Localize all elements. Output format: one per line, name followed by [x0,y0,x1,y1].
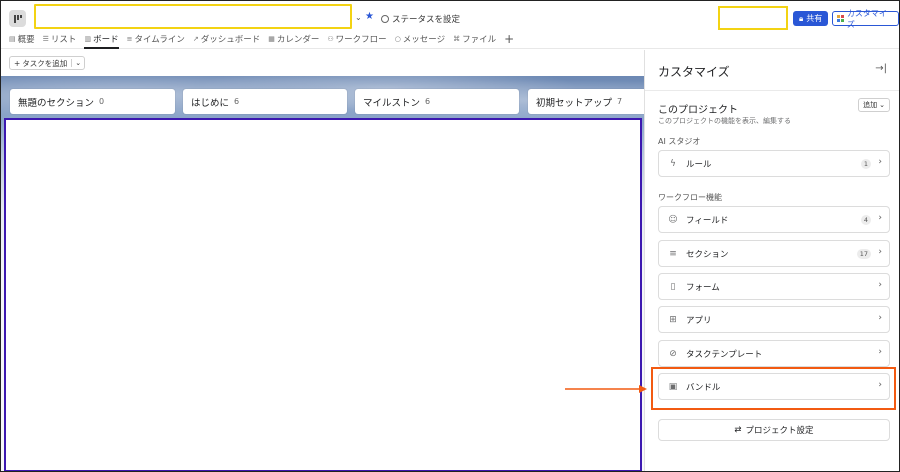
project-settings-button[interactable]: ⇄ プロジェクト設定 [658,419,890,441]
column-count: 6 [234,97,240,106]
lightning-icon: ϟ [670,158,676,169]
tab-workflow[interactable]: ⚇ ワークフロー [327,33,386,45]
add-task-dropdown-chevron-icon[interactable]: ⌄ [71,59,84,67]
add-tab-plus-icon[interactable]: + [504,33,514,45]
column-name: 初期セットアップ [536,97,613,109]
add-feature-button[interactable]: 追加 ⌄ [858,98,890,112]
apps-label: アプリ [686,315,712,326]
form-icon: ▯ [670,281,676,292]
board-content-redacted [4,118,642,471]
forms-card[interactable]: ▯ フォーム › [658,273,890,300]
task-templates-label: タスクテンプレート [686,349,763,360]
set-status-button[interactable]: ステータスを設定 [381,13,460,25]
column-name: マイルストン [363,97,421,109]
divider [645,90,899,91]
task-templates-card[interactable]: ⊘ タスクテンプレート › [658,340,890,367]
add-task-label: タスクを追加 [22,58,68,68]
dashboard-icon: ↗ [192,35,199,43]
chevron-right-icon: › [878,347,882,357]
apps-icon: ⊞ [669,314,677,325]
chevron-right-icon: › [878,213,882,223]
lock-icon: 🔒︎ [799,13,804,23]
column-count: 0 [99,97,105,106]
column-header-getting-started[interactable]: はじめに 6 [183,89,347,114]
chevron-right-icon: › [878,313,882,323]
chevron-right-icon: › [878,280,882,290]
panel-title: カスタマイズ [658,65,730,79]
chevron-down-icon: ⌄ [879,101,885,109]
board-toolbar: + タスクを追加 ⌄ [1,50,644,76]
column-name: 無題のセクション [18,97,95,109]
sections-label: セクション [686,249,729,260]
column-header-milestone[interactable]: マイルストン 6 [355,89,519,114]
rules-count-badge: 1 [860,159,871,169]
tab-messages[interactable]: ○ メッセージ [395,33,445,45]
plus-icon: + [14,58,21,68]
board-area: 無題のセクション 0 はじめに 6 マイルストン 6 初期セットアップ 7 [1,76,644,471]
fields-label: フィールド [686,215,729,226]
add-task-main[interactable]: + タスクを追加 [10,58,71,69]
customize-label: カスタマイズ [846,8,887,29]
this-project-subtitle: このプロジェクトの機能を表示、編集する [658,117,791,125]
board-icon: ▥ [84,35,92,43]
workflow-icon: ⚇ [327,35,334,43]
column-header-initial-setup[interactable]: 初期セットアップ 7 [528,89,644,114]
project-title-redacted[interactable] [34,4,352,29]
overview-icon: ▤ [9,35,16,43]
tab-board[interactable]: ▥ ボード [84,33,119,49]
section-icon: ≡ [669,248,677,259]
ai-studio-label: AI スタジオ [658,137,701,146]
column-name: はじめに [191,97,230,109]
bundles-highlight-box [651,367,896,410]
apps-card[interactable]: ⊞ アプリ › [658,306,890,333]
message-icon: ○ [394,35,401,43]
share-button[interactable]: 🔒︎ 共有 [793,11,829,26]
project-header: ⌄ ★ ステータスを設定 🔒︎ 共有 カスタマイズ ▤ 概要 ☰ リスト ▥ ボード … [1,1,899,49]
chevron-down-icon[interactable]: ⌄ [355,13,362,22]
app-window: ⌄ ★ ステータスを設定 🔒︎ 共有 カスタマイズ ▤ 概要 ☰ リスト ▥ ボード … [0,0,900,472]
tab-dashboard[interactable]: ↗ ダッシュボード [193,33,260,45]
column-count: 6 [425,97,431,106]
sections-card[interactable]: ≡ セクション 17 › [658,240,890,267]
star-icon[interactable]: ★ [365,11,374,22]
task-template-icon: ⊘ [669,348,677,359]
tab-files[interactable]: ⌘ ファイル [453,33,496,45]
fields-count-badge: 4 [860,215,871,225]
rules-label: ルール [686,159,712,170]
calendar-icon: ▦ [268,35,275,43]
tab-calendar[interactable]: ▦ カレンダー [268,33,319,45]
view-tabs: ▤ 概要 ☰ リスト ▥ ボード ≡ タイムライン ↗ ダッシュボード ▦ カレンダー ⚇ ワ… [9,32,514,49]
list-icon: ☰ [42,35,49,43]
settings-arrows-icon: ⇄ [734,425,742,435]
timeline-icon: ≡ [126,35,133,43]
this-project-title: このプロジェクト [658,105,738,116]
customize-button[interactable]: カスタマイズ [832,9,899,29]
rules-card[interactable]: ϟ ルール 1 › [658,150,890,177]
collapse-panel-icon[interactable]: →| [875,63,887,74]
tab-list[interactable]: ☰ リスト [43,33,77,45]
share-label: 共有 [806,14,823,23]
annotation-arrow-icon [565,385,647,393]
column-header-untitled[interactable]: 無題のセクション 0 [10,89,175,114]
project-icon[interactable] [9,10,26,27]
members-redacted[interactable] [718,6,788,30]
file-icon: ⌘ [453,35,461,43]
chevron-right-icon: › [878,247,882,257]
add-task-button[interactable]: + タスクを追加 ⌄ [9,56,86,70]
set-status-label: ステータスを設定 [392,15,461,25]
field-icon: ☺ [668,214,678,225]
workflow-features-label: ワークフロー機能 [658,193,722,202]
project-settings-label: プロジェクト設定 [745,426,814,436]
forms-label: フォーム [686,282,720,293]
add-feature-label: 追加 [863,101,878,109]
board-glyph-icon [13,14,22,23]
tab-overview[interactable]: ▤ 概要 [9,33,35,45]
customize-grid-icon [837,15,844,22]
column-count: 7 [617,97,623,106]
sections-count-badge: 17 [856,249,871,259]
chevron-right-icon: › [878,157,882,167]
fields-card[interactable]: ☺ フィールド 4 › [658,206,890,233]
status-circle-icon [381,15,389,23]
tab-timeline[interactable]: ≡ タイムライン [127,33,185,45]
